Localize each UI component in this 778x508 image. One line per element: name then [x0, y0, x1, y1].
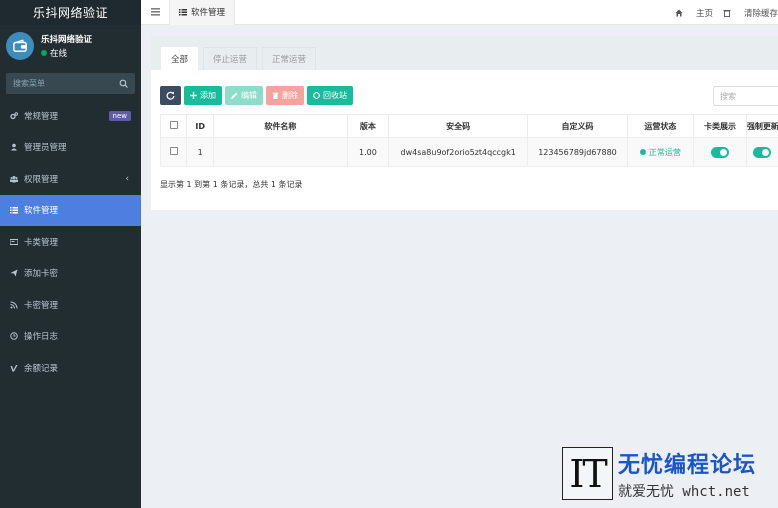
- pencil-icon: [231, 92, 238, 99]
- status-badge[interactable]: 正常运营: [639, 147, 681, 158]
- cell-security-code: dw4sa8u9of2orio5zt4qccgk1: [388, 137, 529, 167]
- cogs-icon: [9, 111, 19, 121]
- delete-button[interactable]: 删除: [266, 86, 304, 105]
- table-header: ID 软件名称 版本 安全码 自定义码 运营状态 卡类展示 强制更新: [159, 114, 778, 138]
- user-name: 乐抖网络验证: [41, 35, 93, 45]
- row-checkbox[interactable]: [169, 147, 178, 155]
- recycle-icon: [313, 92, 320, 99]
- col-custom-code[interactable]: 自定义码: [527, 114, 628, 138]
- table-row[interactable]: 1 1.00 dw4sa8u9of2orio5zt4qccgk1 1234567…: [159, 137, 778, 167]
- card-display-toggle[interactable]: [710, 146, 729, 158]
- vimeo-icon: [9, 363, 19, 373]
- table-toolbar: 添加 编辑 删除 回收站: [160, 86, 356, 105]
- watermark: IT 无忧编程论坛 就爱无忧 whct.net: [562, 447, 778, 500]
- sidebar: 乐抖网络验证 乐抖网络验证 在线 常规管理 new 管理员管理 权限管理 ‹: [0, 0, 141, 508]
- menu-search: [6, 73, 135, 94]
- user-panel: 乐抖网络验证 在线: [0, 25, 141, 67]
- topbar-actions: 主页 清除缓存: [665, 0, 778, 25]
- table-search-input[interactable]: [713, 86, 778, 106]
- search-icon[interactable]: [119, 79, 128, 88]
- trash-icon: [723, 9, 731, 17]
- clear-cache-link[interactable]: 清除缓存: [723, 7, 778, 19]
- sidebar-item-software[interactable]: 软件管理: [0, 194, 141, 226]
- sidebar-item-general[interactable]: 常规管理 new: [0, 100, 141, 132]
- group-icon: [9, 174, 19, 184]
- status-tabs: 全部 停止运营 正常运营: [151, 36, 778, 70]
- cell-id: 1: [186, 137, 214, 167]
- sidebar-item-add-card[interactable]: 添加卡密: [0, 258, 141, 290]
- user-status: 在线: [41, 47, 92, 59]
- plus-icon: [190, 92, 197, 99]
- sidebar-item-admin[interactable]: 管理员管理: [0, 132, 141, 164]
- clock-icon: [9, 331, 19, 341]
- col-name[interactable]: 软件名称: [212, 114, 348, 138]
- sidebar-menu: 常规管理 new 管理员管理 权限管理 ‹ 软件管理 卡类管理 添加卡密 卡密管…: [0, 100, 141, 384]
- pagination-info: 显示第 1 到第 1 条记录，总共 1 条记录: [160, 180, 303, 189]
- brand-logo[interactable]: 乐抖网络验证: [0, 0, 141, 25]
- software-table: ID 软件名称 版本 安全码 自定义码 运营状态 卡类展示 强制更新 1 1.0…: [159, 114, 778, 167]
- sidebar-item-permission[interactable]: 权限管理 ‹: [0, 163, 141, 195]
- col-security-code[interactable]: 安全码: [388, 114, 529, 138]
- col-status[interactable]: 运营状态: [626, 114, 695, 138]
- list-icon: [9, 205, 19, 215]
- force-update-toggle[interactable]: [752, 146, 771, 158]
- cell-name: [212, 137, 348, 167]
- topbar: 软件管理 主页 清除缓存: [141, 0, 778, 25]
- sidebar-item-card-manage[interactable]: 卡密管理: [0, 289, 141, 321]
- rss-icon: [9, 300, 19, 310]
- tab-running[interactable]: 正常运营: [262, 47, 317, 70]
- tab-software-manage[interactable]: 软件管理: [169, 0, 236, 25]
- cell-version: 1.00: [346, 137, 390, 167]
- home-icon: [675, 9, 683, 16]
- tab-all[interactable]: 全部: [161, 47, 199, 70]
- recycle-bin-button[interactable]: 回收站: [307, 86, 353, 105]
- col-version[interactable]: 版本: [346, 114, 390, 138]
- list-icon: [179, 9, 187, 16]
- card-icon: [9, 237, 19, 247]
- add-button[interactable]: 添加: [184, 86, 222, 105]
- menu-search-input[interactable]: [13, 79, 103, 88]
- trash-icon: [272, 92, 279, 99]
- hamburger-icon: [150, 8, 160, 16]
- watermark-title: 无忧编程论坛: [618, 453, 757, 478]
- content-panel: 全部 停止运营 正常运营 添加 编辑 删除 回收站 ID 软件名称 版本 安全码…: [151, 36, 778, 210]
- chevron-left-icon: ‹: [125, 173, 129, 184]
- user-icon: [9, 142, 19, 152]
- cell-custom-code: 123456789jd67880: [527, 137, 628, 167]
- send-icon: [9, 268, 19, 278]
- refresh-button[interactable]: [160, 86, 181, 105]
- online-dot-icon: [41, 50, 47, 56]
- sidebar-item-balance[interactable]: 余额记录: [0, 352, 141, 384]
- col-force-update[interactable]: 强制更新: [745, 114, 778, 138]
- refresh-icon: [166, 91, 175, 100]
- col-id[interactable]: ID: [186, 114, 214, 138]
- watermark-subtitle: 就爱无忧 whct.net: [618, 484, 750, 500]
- wallet-icon: [13, 39, 27, 52]
- sidebar-item-card-type[interactable]: 卡类管理: [0, 226, 141, 258]
- avatar: [6, 32, 34, 60]
- home-link[interactable]: 主页: [675, 7, 713, 19]
- tab-stopped[interactable]: 停止运营: [203, 47, 258, 70]
- edit-button[interactable]: 编辑: [225, 86, 263, 105]
- select-all-checkbox[interactable]: [169, 121, 178, 129]
- new-badge: new: [108, 110, 131, 121]
- status-dot-icon: [639, 149, 646, 155]
- watermark-logo: IT: [562, 447, 613, 500]
- col-card-display[interactable]: 卡类展示: [693, 114, 747, 138]
- sidebar-item-log[interactable]: 操作日志: [0, 321, 141, 353]
- menu-toggle-button[interactable]: [141, 8, 169, 16]
